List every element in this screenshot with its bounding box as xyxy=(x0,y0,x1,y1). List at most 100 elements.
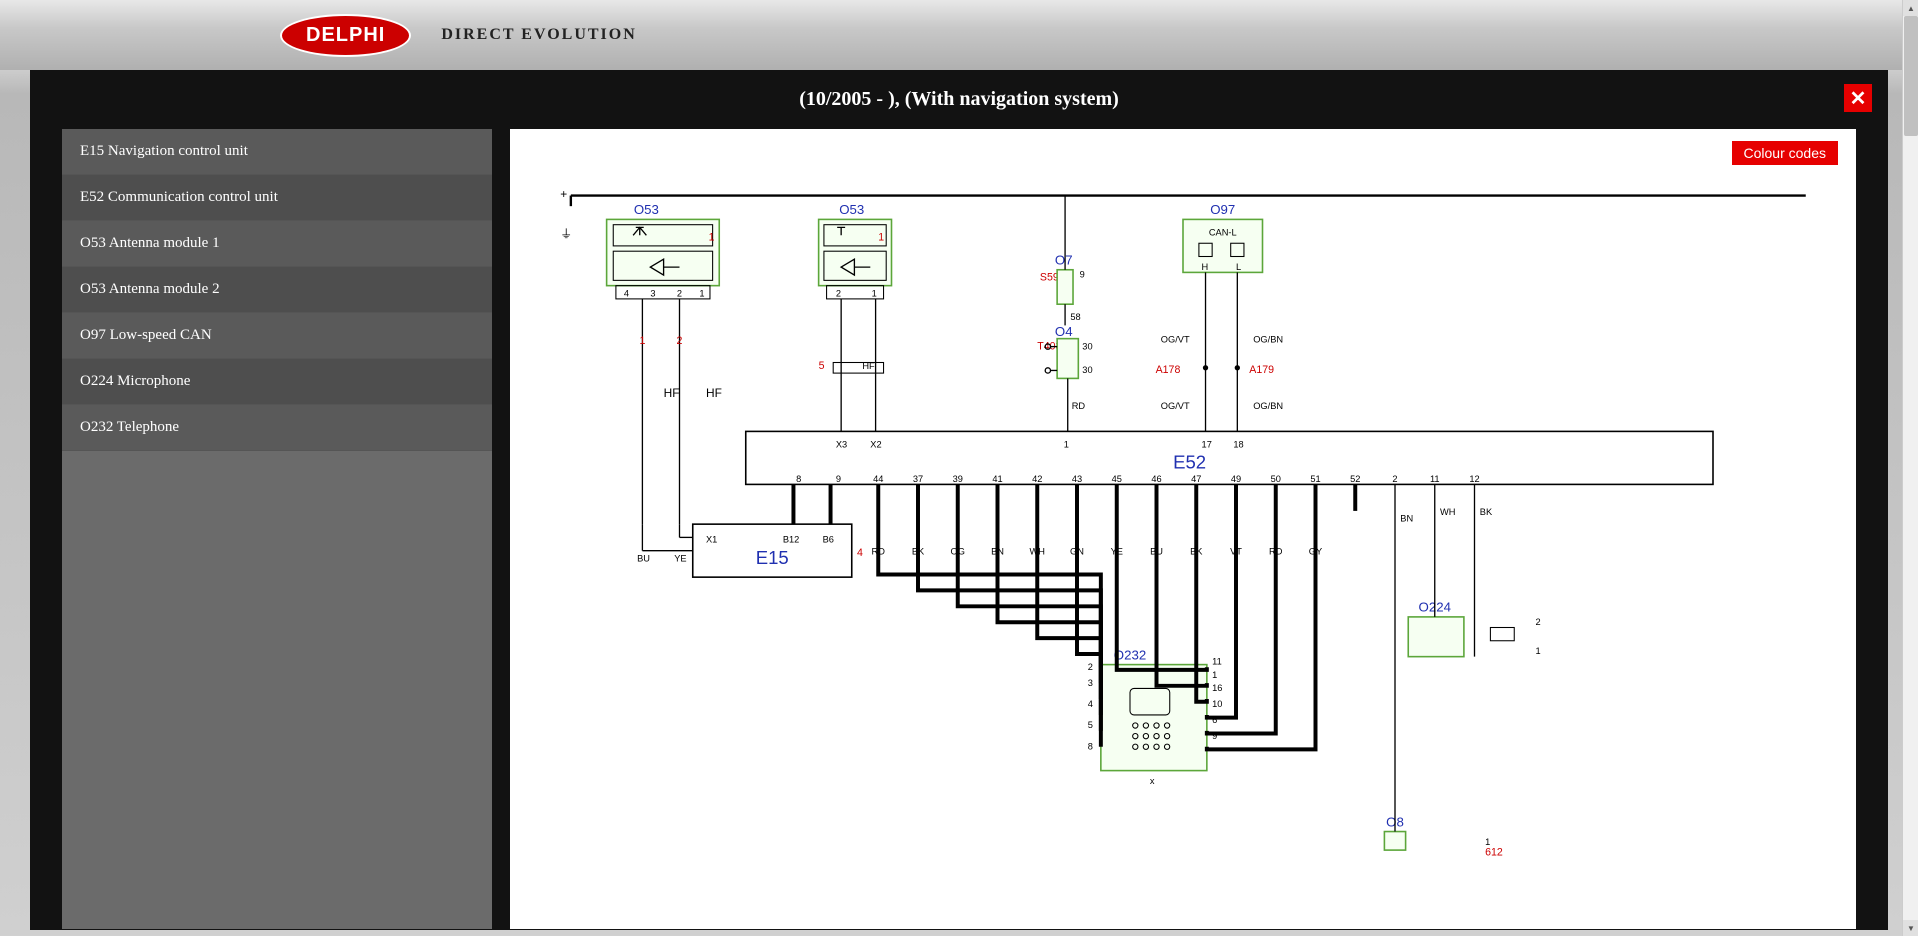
diagram-title-bar: (10/2005 - ), (With navigation system) ✕ xyxy=(30,70,1888,129)
wire-color-VT-9: VT xyxy=(1230,547,1242,557)
svg-text:L: L xyxy=(1236,262,1241,272)
svg-text:BN: BN xyxy=(1400,514,1413,524)
brand-logo: DELPHI xyxy=(280,14,411,57)
e52-pin-2: 2 xyxy=(1392,474,1397,484)
e52-box[interactable] xyxy=(746,431,1713,484)
main-frame: (10/2005 - ), (With navigation system) ✕… xyxy=(30,70,1888,930)
e52-pin-49: 49 xyxy=(1231,474,1241,484)
wire-color-OG-2: OG xyxy=(951,547,965,557)
wire-color-GN-5: GN xyxy=(1070,547,1084,557)
svg-text:X1: X1 xyxy=(706,535,717,545)
svg-text:17: 17 xyxy=(1202,439,1212,449)
svg-text:OG/VT: OG/VT xyxy=(1161,335,1190,345)
e52-pin-41: 41 xyxy=(992,474,1002,484)
svg-text:B6: B6 xyxy=(823,535,834,545)
scroll-down-arrow[interactable]: ▼ xyxy=(1903,920,1918,936)
o232-box[interactable] xyxy=(1101,665,1207,771)
colour-codes-button[interactable]: Colour codes xyxy=(1732,141,1839,165)
component-sidebar: E15 Navigation control unit E52 Communic… xyxy=(62,129,492,929)
svg-text:9: 9 xyxy=(1080,270,1085,280)
svg-text:3: 3 xyxy=(650,288,655,298)
svg-text:30: 30 xyxy=(1082,341,1092,351)
svg-text:BK: BK xyxy=(1480,507,1493,517)
svg-text:4: 4 xyxy=(1088,699,1093,709)
sidebar-item-o53-1[interactable]: O53 Antenna module 1 xyxy=(62,221,492,267)
product-name: DIRECT EVOLUTION xyxy=(441,26,636,44)
plus-label: + xyxy=(560,187,567,201)
e52-pin-51: 51 xyxy=(1310,474,1320,484)
svg-text:612: 612 xyxy=(1485,846,1503,858)
svg-text:X2: X2 xyxy=(870,439,881,449)
svg-text:1: 1 xyxy=(878,232,884,244)
ground-icon: ⏚ xyxy=(560,227,572,241)
svg-text:11: 11 xyxy=(1212,657,1222,667)
svg-text:2: 2 xyxy=(1535,617,1540,627)
svg-text:16: 16 xyxy=(1212,683,1222,693)
svg-text:A178: A178 xyxy=(1156,364,1181,376)
wire-color-YE-6: YE xyxy=(1111,547,1123,557)
sidebar-item-o53-2[interactable]: O53 Antenna module 2 xyxy=(62,267,492,313)
scroll-thumb[interactable] xyxy=(1904,16,1918,136)
wire-color-GY-11: GY xyxy=(1309,547,1322,557)
svg-text:A179: A179 xyxy=(1249,364,1274,376)
svg-text:2: 2 xyxy=(836,288,841,298)
svg-text:1: 1 xyxy=(872,288,877,298)
svg-text:B12: B12 xyxy=(783,535,800,545)
sidebar-spacer xyxy=(62,451,492,929)
svg-text:1: 1 xyxy=(1485,837,1490,847)
svg-text:8: 8 xyxy=(1088,741,1093,751)
e52-pin-39: 39 xyxy=(953,474,963,484)
diagram-svg[interactable]: + ⏚ O53 1 4 3 2 1 xyxy=(530,177,1836,919)
o224-box[interactable] xyxy=(1408,617,1464,657)
vertical-scrollbar[interactable]: ▲ ▼ xyxy=(1902,0,1918,936)
o53-left-label: O53 xyxy=(634,202,659,217)
wiring-diagram[interactable]: + ⏚ O53 1 4 3 2 1 xyxy=(530,177,1836,919)
e52-pin-43: 43 xyxy=(1072,474,1082,484)
diagram-title: (10/2005 - ), (With navigation system) xyxy=(799,88,1119,110)
svg-text:10: 10 xyxy=(1212,699,1222,709)
o7-label: O7 xyxy=(1055,252,1073,267)
e52-label: E52 xyxy=(1173,452,1206,473)
svg-text:1: 1 xyxy=(1212,670,1217,680)
svg-text:CAN-L: CAN-L xyxy=(1209,227,1237,237)
e52-pin-8: 8 xyxy=(796,474,801,484)
wire-color-BN-3: BN xyxy=(991,547,1004,557)
o53l-pin-t1: 1 xyxy=(709,232,715,244)
o8-box[interactable] xyxy=(1384,832,1405,851)
svg-text:HF: HF xyxy=(706,386,722,400)
e52-pin-9: 9 xyxy=(836,474,841,484)
e52-pin-11: 11 xyxy=(1430,474,1440,484)
o53-right-label: O53 xyxy=(839,202,864,217)
scroll-up-arrow[interactable]: ▲ xyxy=(1903,0,1918,16)
svg-text:BU: BU xyxy=(637,553,650,563)
svg-text:4: 4 xyxy=(624,288,629,298)
e52-pin-12: 12 xyxy=(1469,474,1479,484)
wire-color-BK-1: BK xyxy=(912,547,925,557)
e52-pin-44: 44 xyxy=(873,474,883,484)
e52-pin-52: 52 xyxy=(1350,474,1360,484)
e52-pin-47: 47 xyxy=(1191,474,1201,484)
e52-pin-46: 46 xyxy=(1151,474,1161,484)
svg-text:5: 5 xyxy=(819,360,825,372)
o53-left-box[interactable] xyxy=(607,219,720,285)
o7-box[interactable] xyxy=(1057,270,1073,304)
sidebar-item-o232[interactable]: O232 Telephone xyxy=(62,405,492,451)
o97-label: O97 xyxy=(1210,202,1235,217)
close-button[interactable]: ✕ xyxy=(1844,84,1872,112)
svg-text:30: 30 xyxy=(1082,365,1092,375)
sidebar-item-o224[interactable]: O224 Microphone xyxy=(62,359,492,405)
svg-text:RD: RD xyxy=(1072,401,1086,411)
svg-text:2: 2 xyxy=(677,288,682,298)
sidebar-item-e52[interactable]: E52 Communication control unit xyxy=(62,175,492,221)
sidebar-item-e15[interactable]: E15 Navigation control unit xyxy=(62,129,492,175)
svg-text:3: 3 xyxy=(1088,678,1093,688)
svg-text:YE: YE xyxy=(674,553,686,563)
sidebar-item-o97[interactable]: O97 Low-speed CAN xyxy=(62,313,492,359)
o4-box[interactable] xyxy=(1057,339,1078,379)
svg-text:HF: HF xyxy=(664,386,680,400)
wire-color-RD-10: RD xyxy=(1269,547,1283,557)
e52-pin-37: 37 xyxy=(913,474,923,484)
svg-text:2: 2 xyxy=(1088,662,1093,672)
svg-text:1: 1 xyxy=(639,335,645,347)
svg-text:2: 2 xyxy=(677,335,683,347)
